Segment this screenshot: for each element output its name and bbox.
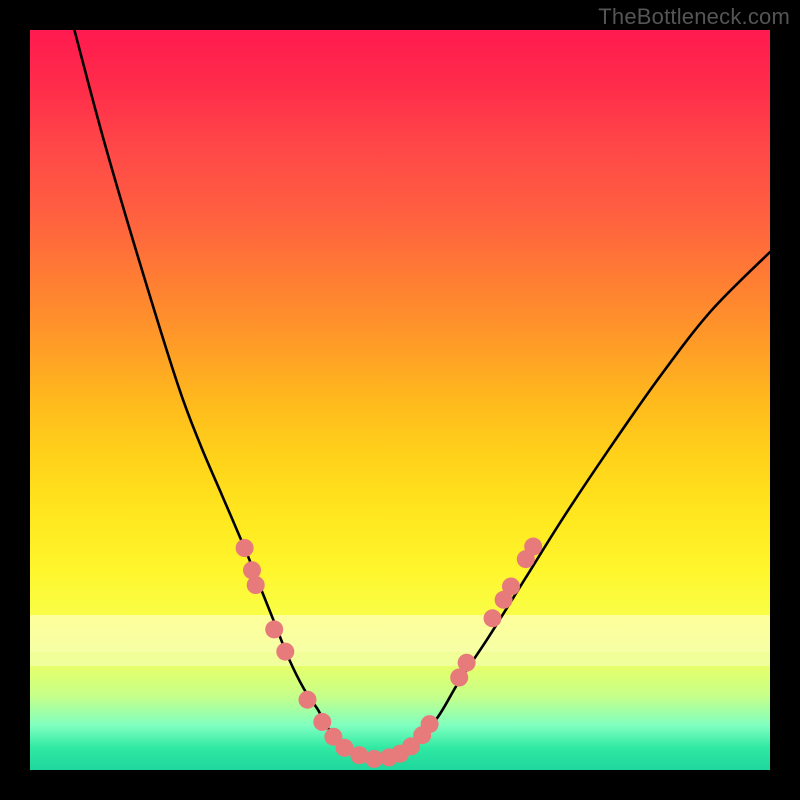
bottleneck-curve [74,30,770,758]
watermark-text: TheBottleneck.com [598,4,790,30]
data-dot [247,576,265,594]
data-dot [484,609,502,627]
data-dot [299,691,317,709]
data-dot [276,643,294,661]
curve-svg [30,30,770,770]
data-dot [502,577,520,595]
data-dot [265,620,283,638]
plot-area [30,30,770,770]
chart-frame: TheBottleneck.com [0,0,800,800]
data-dot [421,715,439,733]
data-dot [524,538,542,556]
data-dot [313,713,331,731]
data-dot [236,539,254,557]
data-dots [236,538,543,768]
data-dot [458,654,476,672]
